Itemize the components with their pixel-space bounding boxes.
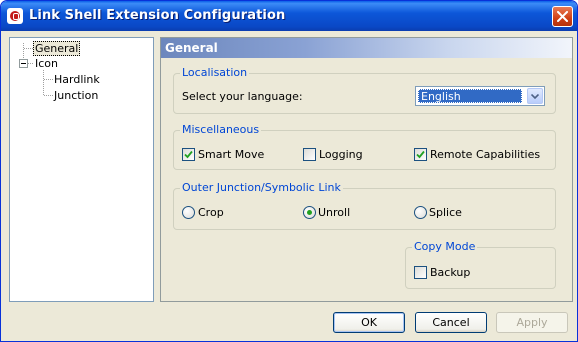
close-button[interactable] xyxy=(552,6,573,27)
title-bar[interactable]: Link Shell Extension Configuration xyxy=(1,1,577,31)
miscellaneous-group: Miscellaneous Smart Move Logging Remote … xyxy=(173,123,556,170)
panel-title: General xyxy=(165,41,218,55)
tree-item-icon[interactable]: Icon xyxy=(35,57,58,70)
backup-label[interactable]: Backup xyxy=(430,266,470,280)
check-icon xyxy=(416,150,425,159)
copy-mode-group: Copy Mode Backup xyxy=(405,240,556,289)
language-select-value: English xyxy=(418,89,522,103)
logging-checkbox[interactable] xyxy=(303,148,316,161)
unroll-radio[interactable] xyxy=(303,206,316,219)
localisation-group: Localisation Select your language: Engli… xyxy=(173,66,556,114)
localisation-legend: Localisation xyxy=(180,66,250,80)
miscellaneous-legend: Miscellaneous xyxy=(180,123,262,137)
chevron-down-icon xyxy=(531,94,539,99)
tree-collapse-toggle[interactable] xyxy=(19,59,28,68)
dialog-window: Link Shell Extension Configuration Gener… xyxy=(0,0,578,342)
app-icon xyxy=(7,8,23,24)
check-icon xyxy=(184,150,193,159)
logging-label[interactable]: Logging xyxy=(319,148,363,162)
smart-move-label[interactable]: Smart Move xyxy=(198,148,264,162)
remote-capabilities-checkbox[interactable] xyxy=(414,148,427,161)
crop-radio[interactable] xyxy=(182,206,195,219)
outer-junction-group: Outer Junction/Symbolic Link Crop Unroll… xyxy=(173,181,556,230)
tree-item-hardlink[interactable]: Hardlink xyxy=(54,73,100,86)
settings-tree[interactable]: General Icon Hardlink Junction xyxy=(9,37,154,302)
close-icon xyxy=(557,11,568,22)
crop-label[interactable]: Crop xyxy=(198,206,224,220)
tree-item-junction[interactable]: Junction xyxy=(54,89,98,102)
splice-label[interactable]: Splice xyxy=(429,206,462,220)
language-prompt: Select your language: xyxy=(182,90,303,103)
language-select[interactable]: English xyxy=(415,86,545,106)
copy-mode-legend: Copy Mode xyxy=(412,240,478,254)
backup-checkbox[interactable] xyxy=(414,266,427,279)
panel-header: General xyxy=(161,38,572,58)
smart-move-checkbox[interactable] xyxy=(182,148,195,161)
language-dropdown-button[interactable] xyxy=(527,88,543,104)
splice-radio[interactable] xyxy=(414,206,427,219)
outer-junction-legend: Outer Junction/Symbolic Link xyxy=(180,181,343,195)
remote-capabilities-label[interactable]: Remote Capabilities xyxy=(430,148,540,162)
ok-button[interactable]: OK xyxy=(333,312,405,333)
cancel-button[interactable]: Cancel xyxy=(415,312,487,333)
settings-panel: General Localisation Select your languag… xyxy=(160,37,573,302)
unroll-label[interactable]: Unroll xyxy=(318,206,350,220)
tree-item-general[interactable]: General xyxy=(33,41,81,56)
apply-button[interactable]: Apply xyxy=(496,312,568,333)
window-title: Link Shell Extension Configuration xyxy=(29,8,286,23)
